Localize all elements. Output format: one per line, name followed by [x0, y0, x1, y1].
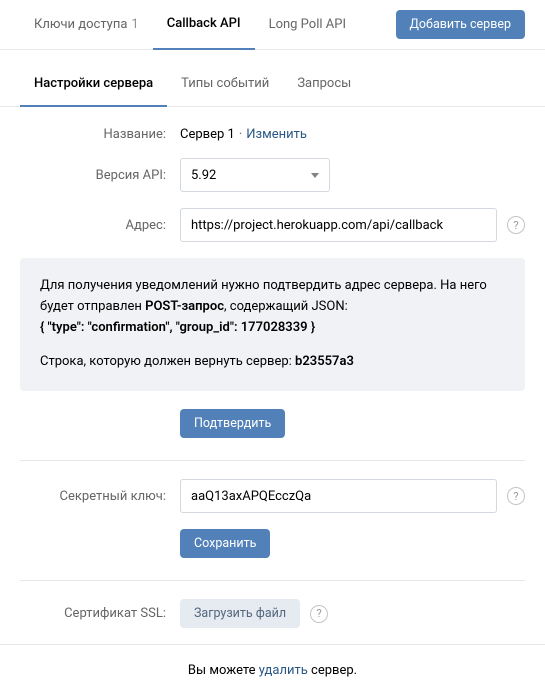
- secret-key-input[interactable]: [180, 479, 497, 513]
- row-secret-key: Секретный ключ: ?: [20, 479, 525, 513]
- label-address: Адрес:: [20, 218, 180, 233]
- info-text: , содержащий JSON:: [224, 299, 348, 314]
- tab-long-poll[interactable]: Long Poll API: [255, 0, 360, 50]
- divider: [20, 580, 525, 581]
- row-address: Адрес: ?: [20, 208, 525, 242]
- tab-label: Long Poll API: [269, 17, 346, 32]
- separator: ·: [239, 127, 242, 142]
- confirm-button[interactable]: Подтвердить: [180, 409, 285, 438]
- api-version-value: 5.92: [191, 168, 216, 183]
- save-row: Сохранить: [20, 529, 525, 558]
- top-tabs-bar: Ключи доступа 1 Callback API Long Poll A…: [0, 0, 545, 50]
- help-icon[interactable]: ?: [310, 605, 328, 623]
- confirm-row: Подтвердить: [20, 409, 525, 438]
- form-area: Название: Сервер 1 · Изменить Версия API…: [0, 107, 545, 628]
- subtab-requests[interactable]: Запросы: [283, 64, 365, 106]
- add-server-button[interactable]: Добавить сервер: [396, 10, 526, 39]
- chevron-down-icon: [311, 173, 319, 178]
- confirmation-info-box: Для получения уведомлений нужно подтверд…: [20, 258, 525, 391]
- footer-prefix: Вы можете: [188, 663, 259, 678]
- divider: [20, 460, 525, 461]
- help-icon[interactable]: ?: [507, 487, 525, 505]
- label-secret-key: Секретный ключ:: [20, 489, 180, 504]
- tab-count: 1: [131, 17, 138, 32]
- server-name-value: Сервер 1: [180, 127, 235, 142]
- sub-tabs-bar: Настройки сервера Типы событий Запросы: [0, 64, 545, 107]
- tab-callback-api[interactable]: Callback API: [153, 0, 255, 50]
- footer: Вы можете удалить сервер.: [0, 644, 545, 696]
- change-name-link[interactable]: Изменить: [246, 127, 307, 142]
- label-ssl-cert: Сертификат SSL:: [20, 606, 180, 621]
- subtab-server-settings[interactable]: Настройки сервера: [20, 64, 167, 107]
- address-input[interactable]: [180, 208, 497, 242]
- row-name: Название: Сервер 1 · Изменить: [20, 127, 525, 142]
- row-api-version: Версия API: 5.92: [20, 158, 525, 192]
- label-name: Название:: [20, 127, 180, 142]
- tab-label: Callback API: [167, 16, 241, 31]
- api-version-select[interactable]: 5.92: [180, 158, 330, 192]
- tab-access-keys[interactable]: Ключи доступа 1: [20, 0, 153, 50]
- subtab-event-types[interactable]: Типы событий: [167, 64, 283, 106]
- info-return-code: b23557a3: [295, 354, 354, 369]
- footer-suffix: сервер.: [308, 663, 357, 678]
- delete-server-link[interactable]: удалить: [259, 663, 308, 678]
- save-button[interactable]: Сохранить: [180, 529, 270, 558]
- info-json: { "type": "confirmation", "group_id": 17…: [40, 318, 505, 339]
- info-post-label: POST-запрос: [145, 299, 224, 314]
- tab-label: Ключи доступа: [34, 17, 127, 32]
- label-api-version: Версия API:: [20, 168, 180, 183]
- info-return-text: Строка, которую должен вернуть сервер:: [40, 354, 295, 369]
- row-ssl-cert: Сертификат SSL: Загрузить файл ?: [20, 599, 525, 628]
- help-icon[interactable]: ?: [507, 216, 525, 234]
- upload-file-button[interactable]: Загрузить файл: [180, 599, 300, 628]
